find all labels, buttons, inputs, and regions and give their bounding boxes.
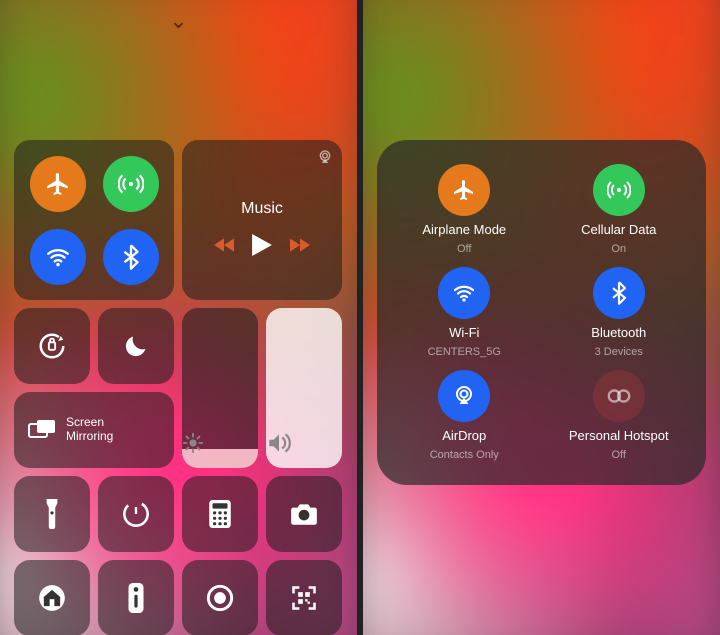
- timer-button[interactable]: [98, 476, 174, 552]
- airdrop-icon: [452, 384, 476, 408]
- personal-hotspot-label: Personal Hotspot: [569, 428, 669, 443]
- camera-button[interactable]: [266, 476, 342, 552]
- calculator-icon: [209, 500, 231, 528]
- bluetooth-icon: [122, 244, 140, 270]
- wifi-toggle[interactable]: [30, 229, 86, 285]
- prev-track-button[interactable]: [214, 237, 234, 253]
- record-icon: [206, 584, 234, 612]
- bluetooth-label: Bluetooth: [591, 325, 646, 340]
- personal-hotspot-status: Off: [612, 449, 626, 461]
- wifi-icon: [45, 244, 71, 270]
- flashlight-icon: [44, 499, 60, 529]
- music-title: Music: [241, 200, 283, 218]
- screen-record-button[interactable]: [182, 560, 258, 635]
- next-track-button[interactable]: [290, 237, 310, 253]
- qr-icon: [290, 584, 318, 612]
- bluetooth-status: 3 Devices: [595, 346, 643, 358]
- calculator-button[interactable]: [182, 476, 258, 552]
- remote-icon: [128, 583, 144, 613]
- wifi-icon: [452, 281, 476, 305]
- home-button[interactable]: [14, 560, 90, 635]
- remote-button[interactable]: [98, 560, 174, 635]
- personal-hotspot-button[interactable]: Personal Hotspot Off: [542, 364, 697, 467]
- moon-icon: [122, 332, 150, 360]
- wifi-network: CENTERS_5G: [428, 346, 501, 358]
- airplane-mode-status: Off: [457, 243, 471, 255]
- cellular-icon: [607, 178, 631, 202]
- camera-icon: [289, 502, 319, 526]
- bluetooth-toggle[interactable]: [103, 229, 159, 285]
- volume-icon: [266, 432, 342, 454]
- airplane-icon: [452, 178, 476, 202]
- control-center-grid: Music: [14, 140, 343, 635]
- music-tile[interactable]: Music: [182, 140, 342, 300]
- dismiss-chevron-icon[interactable]: ⌄: [0, 0, 357, 34]
- screen-mirroring-icon: [28, 419, 56, 441]
- brightness-icon: [182, 432, 258, 454]
- wifi-label: Wi-Fi: [449, 325, 479, 340]
- rotation-lock-icon: [37, 331, 67, 361]
- connectivity-expanded-pane: Airplane Mode Off Cellular Data On Wi-Fi…: [363, 0, 720, 635]
- connectivity-expanded-panel: Airplane Mode Off Cellular Data On Wi-Fi…: [377, 140, 706, 485]
- airplane-mode-label: Airplane Mode: [422, 222, 506, 237]
- airplay-icon[interactable]: [316, 148, 334, 166]
- control-center-pane: ⌄: [0, 0, 357, 635]
- qr-scan-button[interactable]: [266, 560, 342, 635]
- cellular-data-label: Cellular Data: [581, 222, 656, 237]
- play-button[interactable]: [252, 234, 272, 256]
- airdrop-button[interactable]: AirDrop Contacts Only: [387, 364, 542, 467]
- connectivity-tile[interactable]: [14, 140, 174, 300]
- volume-slider[interactable]: [266, 308, 342, 468]
- wifi-button[interactable]: Wi-Fi CENTERS_5G: [387, 261, 542, 364]
- do-not-disturb-toggle[interactable]: [98, 308, 174, 384]
- hotspot-icon: [606, 387, 632, 405]
- cellular-data-status: On: [611, 243, 626, 255]
- brightness-slider[interactable]: [182, 308, 258, 468]
- bluetooth-icon: [611, 281, 627, 305]
- home-icon: [38, 584, 66, 612]
- screen-mirroring-label: Screen Mirroring: [66, 416, 113, 444]
- screen-mirroring-button[interactable]: Screen Mirroring: [14, 392, 174, 468]
- airplane-mode-button[interactable]: Airplane Mode Off: [387, 158, 542, 261]
- cellular-icon: [118, 171, 144, 197]
- airplane-mode-toggle[interactable]: [30, 156, 86, 212]
- flashlight-button[interactable]: [14, 476, 90, 552]
- bluetooth-button[interactable]: Bluetooth 3 Devices: [542, 261, 697, 364]
- cellular-data-toggle[interactable]: [103, 156, 159, 212]
- airdrop-label: AirDrop: [442, 428, 486, 443]
- cellular-data-button[interactable]: Cellular Data On: [542, 158, 697, 261]
- airdrop-status: Contacts Only: [430, 449, 499, 461]
- timer-icon: [122, 500, 150, 528]
- rotation-lock-toggle[interactable]: [14, 308, 90, 384]
- airplane-icon: [45, 171, 71, 197]
